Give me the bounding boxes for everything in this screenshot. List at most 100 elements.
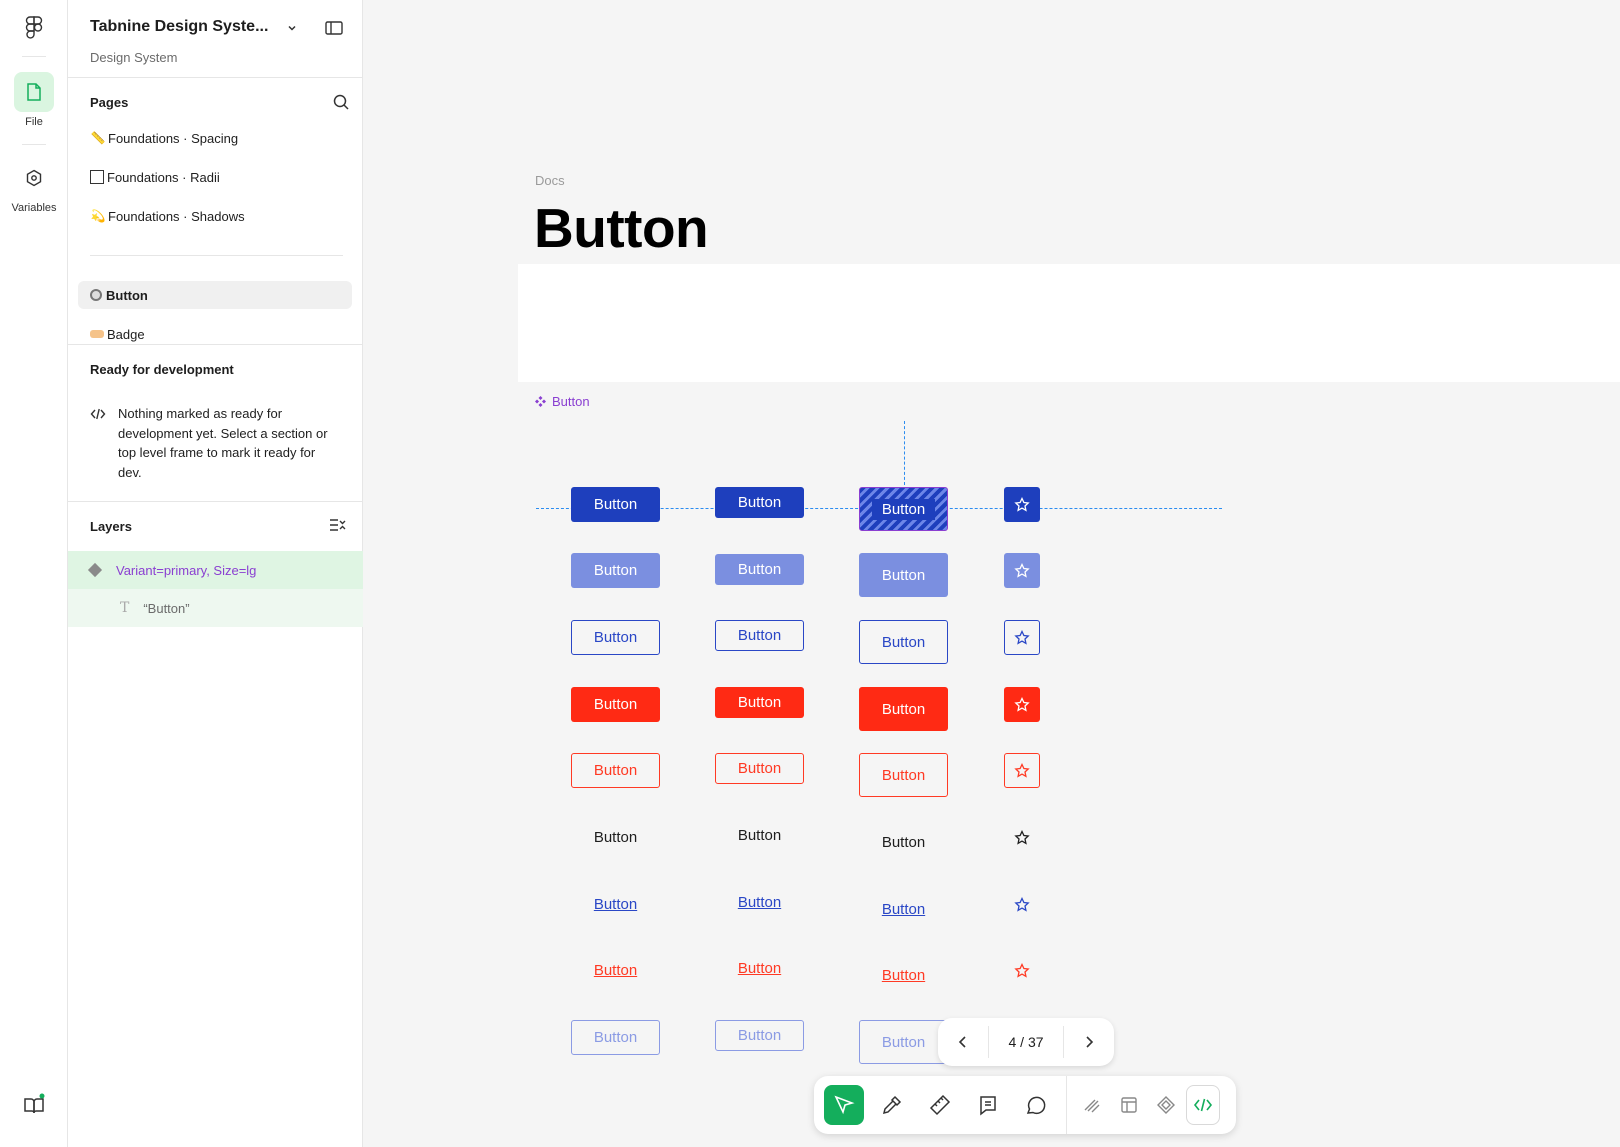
annotation-icon xyxy=(980,1096,996,1116)
component-button[interactable]: Button xyxy=(571,753,660,788)
code-icon xyxy=(90,408,106,420)
cursor-icon xyxy=(834,1095,855,1115)
star-icon xyxy=(1014,962,1030,978)
star-icon xyxy=(1014,496,1030,512)
icon-button[interactable] xyxy=(1004,820,1040,855)
ready-text: Nothing marked as ready for development … xyxy=(118,406,328,480)
component-button[interactable]: Button xyxy=(859,887,948,931)
page-item-label: Foundations · Radii xyxy=(107,169,220,185)
previous-frame-button[interactable] xyxy=(938,1018,988,1066)
layer-label: “Button” xyxy=(143,600,190,616)
search-icon[interactable] xyxy=(332,93,350,111)
rail-file-button[interactable]: File xyxy=(0,72,68,128)
selected-component-button[interactable]: Button xyxy=(859,487,948,531)
component-tool-button[interactable] xyxy=(1149,1085,1183,1125)
file-title[interactable]: Tabnine Design Syste... xyxy=(90,18,268,36)
rail-separator xyxy=(22,144,46,145)
component-button[interactable]: Button xyxy=(571,620,660,655)
design-canvas[interactable]: Docs Button Button Button Button Button … xyxy=(364,0,1620,1147)
icon-button[interactable] xyxy=(1004,620,1040,655)
page-item-button[interactable]: Button xyxy=(78,281,352,309)
component-button[interactable]: Button xyxy=(715,620,804,651)
component-button[interactable]: Button xyxy=(715,820,804,851)
icon-button[interactable] xyxy=(1004,487,1040,522)
component-button[interactable]: Button xyxy=(571,553,660,588)
icon-button[interactable] xyxy=(1004,687,1040,722)
pages-divider xyxy=(90,255,343,256)
component-button[interactable]: Button xyxy=(859,1020,948,1064)
component-button[interactable]: Button xyxy=(571,487,660,522)
component-button[interactable]: Button xyxy=(571,1020,660,1055)
breadcrumb: Docs xyxy=(535,173,565,188)
file-subtitle: Design System xyxy=(90,50,178,65)
eyedropper-tool-button[interactable] xyxy=(872,1085,912,1125)
component-set-label[interactable]: Button xyxy=(535,394,590,409)
layer-row-text[interactable]: T “Button” xyxy=(68,589,363,627)
component-button[interactable]: Button xyxy=(715,953,804,984)
component-button[interactable]: Button xyxy=(859,553,948,597)
chevron-left-icon xyxy=(958,1036,966,1048)
pages-title: Pages xyxy=(90,95,129,110)
component-set-name: Button xyxy=(552,394,590,409)
measure-tool-button[interactable] xyxy=(920,1085,960,1125)
dev-mode-button[interactable] xyxy=(1186,1085,1220,1125)
icon-button[interactable] xyxy=(1004,953,1040,988)
code-brackets-icon xyxy=(1193,1098,1213,1112)
component-button[interactable]: Button xyxy=(859,820,948,864)
annotate-tool-button[interactable] xyxy=(968,1085,1008,1125)
comment-tool-button[interactable] xyxy=(1016,1085,1056,1125)
left-rail: File Variables xyxy=(0,0,68,1147)
icon-button[interactable] xyxy=(1004,887,1040,922)
square-icon xyxy=(90,170,104,184)
divider xyxy=(68,77,363,78)
component-instance-icon xyxy=(87,562,103,578)
page-item-spacing[interactable]: 📏 Foundations · Spacing xyxy=(78,124,352,152)
component-button[interactable]: Button xyxy=(715,887,804,918)
rail-variables-label: Variables xyxy=(11,202,57,214)
icon-button[interactable] xyxy=(1004,553,1040,588)
component-button[interactable]: Button xyxy=(571,820,660,855)
rail-file-label: File xyxy=(25,116,43,128)
page-item-radii[interactable]: Foundations · Radii xyxy=(78,163,352,191)
layer-row-variant[interactable]: Variant=primary, Size=lg xyxy=(68,551,363,589)
component-button[interactable]: Button xyxy=(859,953,948,997)
variables-icon xyxy=(26,169,42,187)
figma-logo-icon[interactable] xyxy=(24,16,44,40)
star-icon xyxy=(1014,762,1030,778)
page-item-label: Badge xyxy=(107,326,145,342)
rail-variables-button[interactable]: Variables xyxy=(0,158,68,214)
button-circle-icon xyxy=(90,289,102,301)
sparkle-icon: 💫 xyxy=(90,209,106,223)
chevron-right-icon xyxy=(1086,1036,1094,1048)
component-button[interactable]: Button xyxy=(715,487,804,518)
component-button[interactable]: Button xyxy=(571,953,660,988)
frame-pager: 4 / 37 xyxy=(938,1018,1114,1066)
white-frame xyxy=(518,264,1620,382)
layout-tool-button[interactable] xyxy=(1112,1085,1146,1125)
component-button[interactable]: Button xyxy=(859,753,948,797)
component-button[interactable]: Button xyxy=(715,687,804,718)
component-button[interactable]: Button xyxy=(715,554,804,585)
icon-button[interactable] xyxy=(1004,753,1040,788)
component-button[interactable]: Button xyxy=(859,687,948,731)
page-item-label: Foundations · Spacing xyxy=(108,130,239,146)
star-icon xyxy=(1014,896,1030,912)
component-button[interactable]: Button xyxy=(859,620,948,664)
component-button[interactable]: Button xyxy=(571,687,660,722)
draw-tool-button[interactable] xyxy=(1075,1085,1109,1125)
component-button[interactable]: Button xyxy=(715,753,804,784)
collapse-layers-icon[interactable] xyxy=(328,516,346,534)
page-item-label: Button xyxy=(106,287,148,303)
move-tool-button[interactable] xyxy=(824,1085,864,1125)
component-button[interactable]: Button xyxy=(715,1020,804,1051)
chevron-down-icon[interactable] xyxy=(286,22,298,34)
panel-toggle-icon[interactable] xyxy=(324,18,344,38)
ruler-icon: 📏 xyxy=(90,131,106,145)
component-button[interactable]: Button xyxy=(571,887,660,922)
page-item-shadows[interactable]: 💫 Foundations · Shadows xyxy=(78,202,352,230)
book-icon[interactable] xyxy=(22,1093,46,1117)
component-set-icon xyxy=(535,396,546,407)
left-sidebar: Tabnine Design Syste... Design System Pa… xyxy=(68,0,363,1147)
toolbar-divider xyxy=(1066,1076,1067,1134)
next-frame-button[interactable] xyxy=(1064,1018,1114,1066)
